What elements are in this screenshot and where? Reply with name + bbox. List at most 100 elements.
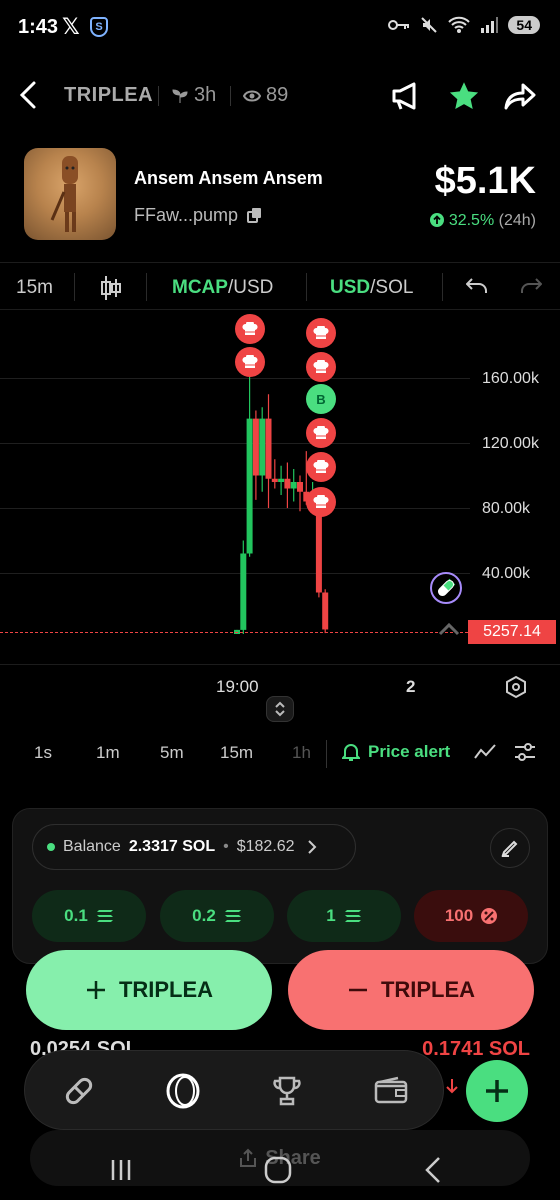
price-alert-label: Price alert xyxy=(368,742,451,761)
chevron-left-icon xyxy=(19,81,36,109)
mute-icon xyxy=(421,17,438,33)
star-icon xyxy=(449,82,479,110)
amount-value: 0.1 xyxy=(64,906,88,925)
timeframe-1m[interactable]: 1m xyxy=(96,743,120,763)
sell-label: TRIPLEA xyxy=(380,977,476,1002)
token-address[interactable]: FFaw...pump xyxy=(134,205,263,226)
current-price-line xyxy=(0,632,468,633)
divider xyxy=(74,273,75,301)
divider xyxy=(146,273,147,301)
mcap-usd-toggle[interactable]: MCAP/USD xyxy=(172,277,273,299)
chef-hat-icon xyxy=(313,460,329,474)
create-fab-button[interactable] xyxy=(466,1060,528,1122)
x-tick-label: 19:00 xyxy=(216,677,259,696)
minus-icon xyxy=(348,988,367,992)
settings-hex-icon[interactable] xyxy=(504,675,528,699)
megaphone-icon xyxy=(392,82,416,110)
divider xyxy=(158,86,159,106)
dev-sell-marker[interactable] xyxy=(305,351,336,382)
dev-sell-marker[interactable] xyxy=(234,314,265,345)
redo-icon[interactable] xyxy=(520,277,542,295)
amount-preset-100-percent[interactable]: 100 xyxy=(414,890,528,942)
percent-icon xyxy=(481,908,498,924)
bullet: • xyxy=(223,838,229,855)
battery-indicator: 54 xyxy=(508,16,540,34)
candles-icon[interactable] xyxy=(100,275,122,301)
token-header: TRIPLEA 3h 89 xyxy=(0,70,560,122)
key-icon xyxy=(388,20,410,30)
current-price-tag: 5257.14 xyxy=(468,620,556,644)
line-chart-icon[interactable] xyxy=(474,744,496,760)
plus-icon xyxy=(486,1080,508,1102)
home-icon[interactable] xyxy=(264,1156,292,1184)
nav-wallet[interactable] xyxy=(369,1069,413,1113)
price-alert-button[interactable]: Price alert xyxy=(342,742,450,762)
timeframe-5m[interactable]: 5m xyxy=(160,743,184,763)
divider xyxy=(326,740,327,768)
trade-markers: B xyxy=(0,312,470,664)
amount-preset-1[interactable]: 1 xyxy=(287,890,401,942)
x-app-icon: 𝕏 xyxy=(62,14,80,39)
sliders-icon[interactable] xyxy=(514,742,536,762)
x-tick-label: 2 xyxy=(406,677,416,696)
y-tick-label: 80.00k xyxy=(482,500,531,517)
timeframe-15m[interactable]: 15m xyxy=(220,743,253,763)
plus-icon xyxy=(86,981,105,999)
dev-sell-marker[interactable] xyxy=(234,346,265,377)
back-nav-icon[interactable] xyxy=(424,1156,442,1184)
chevron-up-icon[interactable] xyxy=(438,622,460,636)
status-dot xyxy=(47,843,55,851)
pill-toggle-button[interactable] xyxy=(430,572,462,604)
nav-home[interactable] xyxy=(161,1069,205,1113)
solana-icon xyxy=(224,910,241,922)
view-count: 89 xyxy=(266,84,289,106)
dev-sell-marker[interactable] xyxy=(305,486,336,517)
amount-preset-0-2[interactable]: 0.2 xyxy=(160,890,274,942)
favorite-button[interactable] xyxy=(446,78,482,114)
solana-icon xyxy=(344,910,361,922)
undo-icon[interactable] xyxy=(466,277,488,295)
chef-hat-icon xyxy=(313,325,329,339)
back-button[interactable] xyxy=(18,80,42,110)
amount-preset-0-1[interactable]: 0.1 xyxy=(32,890,146,942)
timeframe-1s[interactable]: 1s xyxy=(34,743,52,763)
share-header-button[interactable] xyxy=(502,78,538,114)
pill-icon xyxy=(437,578,456,597)
chevron-updown-icon xyxy=(275,701,285,717)
pill-icon xyxy=(65,1077,93,1105)
chart-interval-select[interactable]: 15m xyxy=(16,277,53,299)
dev-sell-marker[interactable] xyxy=(305,317,336,348)
buy-marker[interactable]: B xyxy=(305,384,336,415)
dev-sell-marker[interactable] xyxy=(305,452,336,483)
token-age: 3h xyxy=(194,84,217,106)
price-chart[interactable]: 160.00k 120.00k 80.00k 40.00k B 5257.14 xyxy=(0,312,560,664)
wallet-icon xyxy=(374,1076,408,1104)
bell-icon xyxy=(342,744,360,761)
nav-pill[interactable] xyxy=(57,1069,101,1113)
usd-sol-toggle[interactable]: USD/SOL xyxy=(330,277,413,299)
buy-button[interactable]: TRIPLEA xyxy=(26,950,272,1030)
recents-icon[interactable] xyxy=(110,1158,132,1182)
change-percent: 32.5% xyxy=(448,212,495,229)
edit-amounts-button[interactable] xyxy=(490,828,530,868)
divider xyxy=(230,86,231,106)
nav-trophy[interactable] xyxy=(265,1069,309,1113)
amount-value: 1 xyxy=(326,906,336,925)
bottom-nav xyxy=(24,1050,444,1130)
chef-hat-icon xyxy=(242,354,258,368)
copy-icon xyxy=(247,208,262,223)
chef-hat-icon xyxy=(313,426,329,440)
sell-button[interactable]: TRIPLEA xyxy=(288,950,534,1030)
announce-button[interactable] xyxy=(388,78,424,114)
signal-icon xyxy=(481,17,499,33)
divider xyxy=(442,273,443,301)
dev-sell-marker[interactable] xyxy=(305,418,336,449)
arrow-down-icon xyxy=(446,1079,458,1094)
address-text: FFaw...pump xyxy=(134,205,239,225)
character-image xyxy=(50,156,78,232)
expand-chart-button[interactable] xyxy=(266,696,294,722)
sol-label: /SOL xyxy=(370,277,414,298)
timeframe-1h[interactable]: 1h xyxy=(292,743,311,763)
amount-value: 0.2 xyxy=(192,906,216,925)
balance-selector[interactable]: Balance 2.3317 SOL • $182.62 xyxy=(32,824,356,870)
